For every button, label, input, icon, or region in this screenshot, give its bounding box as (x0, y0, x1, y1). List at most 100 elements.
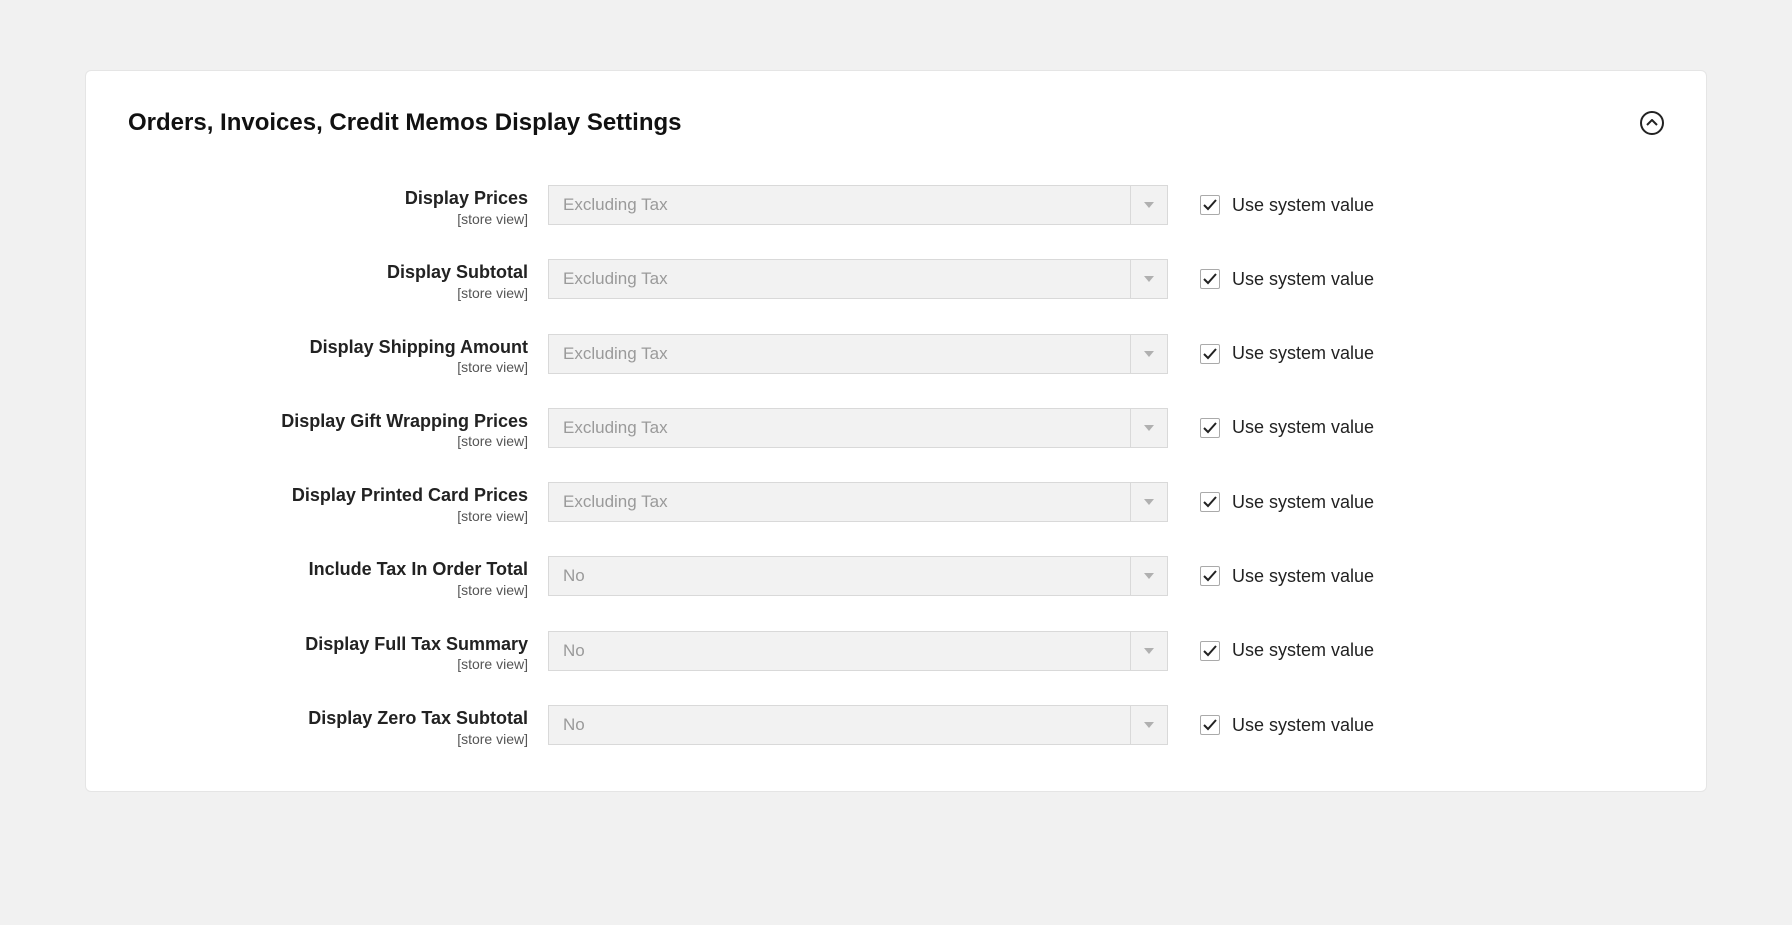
field-select[interactable]: Excluding Tax (548, 185, 1168, 225)
check-icon (1203, 199, 1217, 211)
field-scope: [store view] (128, 285, 528, 302)
dropdown-arrow (1130, 705, 1168, 745)
check-icon (1203, 719, 1217, 731)
field-select-value: Excluding Tax (548, 334, 1130, 374)
field-row: Display Printed Card Prices [store view]… (128, 482, 1664, 524)
use-system-checkbox[interactable] (1200, 715, 1220, 735)
field-select[interactable]: No (548, 556, 1168, 596)
field-label: Display Full Tax Summary (128, 633, 528, 656)
chevron-down-icon (1144, 351, 1154, 357)
chevron-down-icon (1144, 499, 1154, 505)
use-system-label: Use system value (1232, 195, 1374, 216)
check-icon (1203, 348, 1217, 360)
use-system-label: Use system value (1232, 269, 1374, 290)
collapse-button[interactable] (1640, 111, 1664, 135)
use-system-label: Use system value (1232, 566, 1374, 587)
field-select-value: Excluding Tax (548, 259, 1130, 299)
field-row: Display Zero Tax Subtotal [store view] N… (128, 705, 1664, 747)
field-use-system-col: Use system value (1168, 631, 1374, 671)
field-use-system-col: Use system value (1168, 259, 1374, 299)
section-title: Orders, Invoices, Credit Memos Display S… (128, 109, 682, 137)
field-use-system-col: Use system value (1168, 334, 1374, 374)
dropdown-arrow (1130, 482, 1168, 522)
use-system-checkbox[interactable] (1200, 641, 1220, 661)
use-system-checkbox[interactable] (1200, 418, 1220, 438)
field-select[interactable]: No (548, 631, 1168, 671)
field-label-col: Display Printed Card Prices [store view] (128, 482, 548, 524)
use-system-label: Use system value (1232, 417, 1374, 438)
field-row: Display Shipping Amount [store view] Exc… (128, 334, 1664, 376)
use-system-checkbox[interactable] (1200, 344, 1220, 364)
chevron-down-icon (1144, 202, 1154, 208)
field-scope: [store view] (128, 656, 528, 673)
field-select-col: No (548, 631, 1168, 671)
field-select-col: No (548, 556, 1168, 596)
settings-panel: Orders, Invoices, Credit Memos Display S… (85, 70, 1707, 792)
chevron-down-icon (1144, 573, 1154, 579)
dropdown-arrow (1130, 408, 1168, 448)
use-system-label: Use system value (1232, 640, 1374, 661)
check-icon (1203, 496, 1217, 508)
field-label-col: Display Shipping Amount [store view] (128, 334, 548, 376)
dropdown-arrow (1130, 259, 1168, 299)
field-select[interactable]: Excluding Tax (548, 482, 1168, 522)
field-select[interactable]: Excluding Tax (548, 408, 1168, 448)
field-row: Display Subtotal [store view] Excluding … (128, 259, 1664, 301)
field-row: Display Gift Wrapping Prices [store view… (128, 408, 1664, 450)
dropdown-arrow (1130, 556, 1168, 596)
field-select-value: Excluding Tax (548, 482, 1130, 522)
use-system-checkbox[interactable] (1200, 195, 1220, 215)
field-select-value: Excluding Tax (548, 408, 1130, 448)
use-system-checkbox[interactable] (1200, 566, 1220, 586)
use-system-label: Use system value (1232, 715, 1374, 736)
field-select-value: No (548, 556, 1130, 596)
field-scope: [store view] (128, 359, 528, 376)
dropdown-arrow (1130, 631, 1168, 671)
field-label: Display Printed Card Prices (128, 484, 528, 507)
field-select-col: No (548, 705, 1168, 745)
field-select-value: No (548, 705, 1130, 745)
field-use-system-col: Use system value (1168, 482, 1374, 522)
field-row: Display Full Tax Summary [store view] No… (128, 631, 1664, 673)
field-label-col: Display Full Tax Summary [store view] (128, 631, 548, 673)
check-icon (1203, 273, 1217, 285)
chevron-down-icon (1144, 276, 1154, 282)
field-scope: [store view] (128, 433, 528, 450)
field-select-col: Excluding Tax (548, 185, 1168, 225)
check-icon (1203, 645, 1217, 657)
field-select-col: Excluding Tax (548, 334, 1168, 374)
field-use-system-col: Use system value (1168, 408, 1374, 448)
use-system-label: Use system value (1232, 343, 1374, 364)
field-select[interactable]: Excluding Tax (548, 334, 1168, 374)
field-select-col: Excluding Tax (548, 408, 1168, 448)
field-scope: [store view] (128, 508, 528, 525)
field-label-col: Include Tax In Order Total [store view] (128, 556, 548, 598)
dropdown-arrow (1130, 334, 1168, 374)
field-select-col: Excluding Tax (548, 482, 1168, 522)
field-label: Include Tax In Order Total (128, 558, 528, 581)
field-row: Display Prices [store view] Excluding Ta… (128, 185, 1664, 227)
use-system-checkbox[interactable] (1200, 269, 1220, 289)
field-scope: [store view] (128, 731, 528, 748)
field-row: Include Tax In Order Total [store view] … (128, 556, 1664, 598)
field-label-col: Display Subtotal [store view] (128, 259, 548, 301)
field-label-col: Display Prices [store view] (128, 185, 548, 227)
field-select-col: Excluding Tax (548, 259, 1168, 299)
field-use-system-col: Use system value (1168, 185, 1374, 225)
check-icon (1203, 422, 1217, 434)
field-scope: [store view] (128, 211, 528, 228)
field-select[interactable]: No (548, 705, 1168, 745)
field-label-col: Display Gift Wrapping Prices [store view… (128, 408, 548, 450)
field-label: Display Shipping Amount (128, 336, 528, 359)
field-use-system-col: Use system value (1168, 556, 1374, 596)
use-system-label: Use system value (1232, 492, 1374, 513)
field-select[interactable]: Excluding Tax (548, 259, 1168, 299)
chevron-up-icon (1646, 119, 1658, 127)
chevron-down-icon (1144, 648, 1154, 654)
use-system-checkbox[interactable] (1200, 492, 1220, 512)
panel-header: Orders, Invoices, Credit Memos Display S… (128, 109, 1664, 137)
field-scope: [store view] (128, 582, 528, 599)
field-label: Display Subtotal (128, 261, 528, 284)
field-label: Display Prices (128, 187, 528, 210)
fields-list: Display Prices [store view] Excluding Ta… (128, 185, 1664, 747)
